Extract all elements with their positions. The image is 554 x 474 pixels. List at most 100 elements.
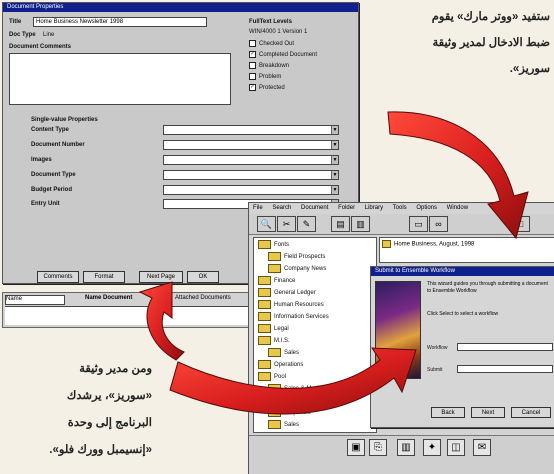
property-label: Entry Unit (31, 201, 60, 207)
property-label: Document Number (31, 142, 85, 148)
menu-bar: File Search Document Folder Library Tool… (249, 203, 554, 213)
pages-icon[interactable]: ▥ (351, 216, 370, 232)
document-list-row[interactable]: Home Business, August, 1998 (382, 240, 474, 248)
doc-type-label: Doc Type (9, 32, 36, 38)
dropdown-arrow-icon[interactable]: ▼ (331, 126, 338, 134)
folder-icon (258, 288, 271, 297)
tree-item[interactable]: Proposals (268, 408, 311, 418)
caption-top: ستفيد «ووتر مارك» يقوم ضبط الادخال لمدير… (360, 4, 550, 82)
tree-item[interactable]: Finance (258, 276, 295, 286)
link-icon[interactable]: ◫ (447, 439, 465, 456)
tree-item[interactable]: Sales (268, 348, 299, 358)
title-input[interactable]: Home Business Newsletter 1998 (33, 17, 207, 27)
menu-document[interactable]: Document (301, 205, 328, 211)
submit-input[interactable] (457, 365, 553, 373)
checked-out-checkbox[interactable]: Checked Out (249, 40, 294, 47)
toolbar: 🔍 ✂ ✎ ▤ ▥ ▭ ∞ □ (249, 214, 554, 235)
budget-period-select[interactable]: ▼ (163, 185, 339, 195)
menu-tools[interactable]: Tools (393, 205, 407, 211)
menu-search[interactable]: Search (272, 205, 291, 211)
comments-button[interactable]: Comments (37, 271, 79, 283)
tab-attached-documents[interactable]: Attached Documents (175, 295, 255, 303)
document-number-select[interactable]: ▼ (163, 140, 339, 150)
pages-icon[interactable]: ▤ (331, 216, 350, 232)
document-list-pane: Home Business, August, 1998 (379, 237, 554, 263)
images-select[interactable]: ▼ (163, 155, 339, 165)
tree-item[interactable]: Information Services (258, 312, 329, 322)
folder-icon (268, 384, 281, 393)
document-type-select[interactable]: ▼ (163, 170, 339, 180)
problem-checkbox[interactable]: Problem (249, 73, 281, 80)
tree-item[interactable]: M.I.S. (258, 336, 290, 346)
workflow-wizard-dialog: Submit to Ensemble Workflow This wizard … (370, 266, 554, 428)
back-button[interactable]: Back (431, 407, 465, 418)
protected-checkbox[interactable]: ✓ Protected (249, 84, 285, 91)
ok-button[interactable]: OK (187, 271, 219, 283)
copy-icon[interactable]: ⎘ (369, 439, 387, 456)
menu-library[interactable]: Library (365, 205, 383, 211)
tree-item[interactable]: Field Prospects (268, 252, 325, 262)
tab-name-document[interactable]: Name Document (85, 295, 165, 303)
folder-icon (258, 240, 271, 249)
tree-item-selected[interactable]: Marketing (268, 396, 311, 406)
dropdown-arrow-icon[interactable]: ▼ (331, 156, 338, 164)
document-tab-strip: Name Name Document Attached Documents (2, 292, 259, 328)
tab-content-area (5, 306, 255, 325)
property-label: Document Type (31, 172, 76, 178)
bottom-toolbar: ▣ ⎘ ▥ ✦ ◫ ✉ (249, 435, 554, 474)
doc-icon[interactable]: ▣ (347, 439, 365, 456)
chain-icon[interactable]: ∞ (429, 216, 448, 232)
tree-item[interactable]: Sales (268, 420, 299, 430)
menu-folder[interactable]: Folder (338, 205, 355, 211)
book-icon[interactable]: ▥ (397, 439, 415, 456)
wizard-hint-text: Click Select to select a workflow (427, 311, 499, 317)
wizard-titlebar: Submit to Ensemble Workflow (371, 267, 554, 276)
workflow-input[interactable] (457, 343, 553, 351)
document-comments-label: Document Comments (9, 44, 72, 50)
move-icon[interactable]: ✦ (423, 439, 441, 456)
property-label: Budget Period (31, 187, 73, 193)
tab-name[interactable]: Name (5, 295, 65, 305)
folder-icon[interactable]: ▭ (409, 216, 428, 232)
mail-icon[interactable]: ✉ (473, 439, 491, 456)
folder-tree: Fonts Field Prospects Company News Finan… (253, 237, 377, 433)
document-properties-titlebar: Document Properties (3, 3, 358, 12)
scissors-icon[interactable]: ✂ (277, 216, 296, 232)
wizard-intro-text: This wizard guides you through submittin… (427, 281, 548, 294)
next-button[interactable]: Next (471, 407, 505, 418)
dropdown-arrow-icon[interactable]: ▼ (331, 141, 338, 149)
tree-item[interactable]: Operations (258, 360, 303, 370)
tree-item[interactable]: Legal (258, 324, 289, 334)
menu-window[interactable]: Window (447, 205, 468, 211)
cancel-button[interactable]: Cancel (511, 407, 551, 418)
pen-icon[interactable]: ✎ (297, 216, 316, 232)
document-icon (382, 240, 391, 248)
toolbar-icon[interactable]: □ (511, 216, 530, 232)
title-label: Title (9, 19, 22, 25)
document-comments-textarea[interactable] (9, 53, 231, 105)
folder-icon (258, 324, 271, 333)
menu-options[interactable]: Options (416, 205, 437, 211)
tree-item[interactable]: General Ledger (258, 288, 316, 298)
checkbox-box-icon (249, 73, 256, 80)
binoculars-icon[interactable]: 🔍 (257, 216, 276, 232)
dropdown-arrow-icon[interactable]: ▼ (331, 186, 338, 194)
breakdown-checkbox[interactable]: Breakdown (249, 62, 289, 69)
format-button[interactable]: Format (83, 271, 125, 283)
tree-item[interactable]: Sales & Marketing (268, 384, 333, 394)
content-type-select[interactable]: ▼ (163, 125, 339, 135)
folder-icon (268, 420, 281, 429)
next-page-button[interactable]: Next Page (139, 271, 183, 283)
property-label: Images (31, 157, 52, 163)
tree-item[interactable]: Human Resources (258, 300, 324, 310)
completed-document-checkbox[interactable]: ✓ Completed Document (249, 51, 317, 58)
tree-item[interactable]: Pool (258, 372, 286, 382)
menu-file[interactable]: File (253, 205, 263, 211)
checkbox-box-icon (249, 40, 256, 47)
folder-icon (268, 252, 281, 261)
tree-item[interactable]: Fonts (258, 240, 289, 250)
dropdown-arrow-icon[interactable]: ▼ (331, 171, 338, 179)
folder-icon (268, 408, 281, 417)
checkbox-checked-icon: ✓ (249, 84, 256, 91)
tree-item[interactable]: Company News (268, 264, 326, 274)
